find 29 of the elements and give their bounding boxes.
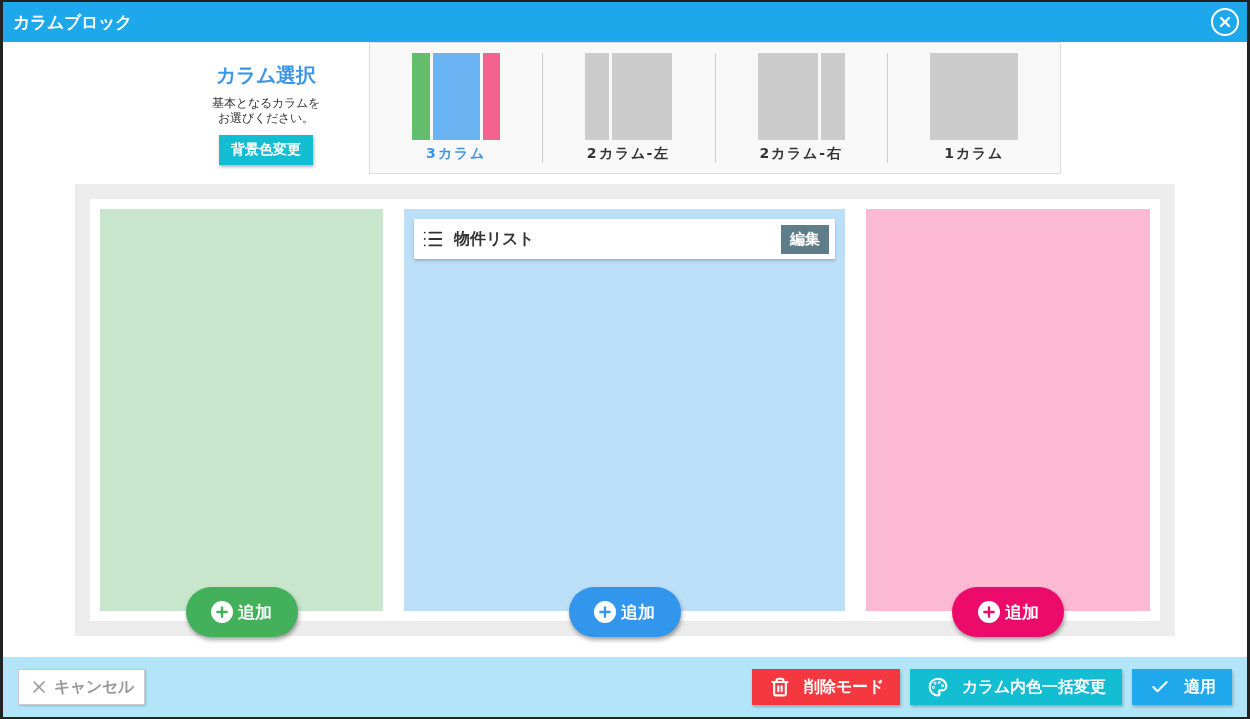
- description-text: 基本となるカラムを: [212, 95, 320, 111]
- layout-option[interactable]: 3カラム: [370, 53, 542, 163]
- palette-button[interactable]: カラム内色一括変更: [910, 669, 1122, 705]
- apply-button[interactable]: 適用: [1132, 669, 1232, 705]
- edit-button[interactable]: 編集: [781, 224, 829, 254]
- description-text: お選びください。: [218, 110, 314, 126]
- layout-option[interactable]: 2カラム-左: [541, 53, 715, 163]
- trash-icon: [770, 677, 790, 697]
- close-button[interactable]: [1211, 8, 1239, 36]
- plus-icon: [211, 601, 233, 623]
- plus-icon: [594, 601, 616, 623]
- palette-icon: [928, 677, 948, 697]
- add-button[interactable]: 追加: [185, 587, 298, 637]
- layout-option[interactable]: 2カラム-右: [714, 53, 888, 163]
- close-icon: [1217, 14, 1233, 30]
- plus-icon: [977, 601, 1000, 623]
- section-title: カラム選択: [216, 61, 316, 89]
- background-color-button[interactable]: 背景色変更: [219, 134, 313, 165]
- add-button[interactable]: 追加: [952, 587, 1064, 637]
- window-title: カラムブロック: [13, 10, 132, 34]
- layout-preview-icon: [930, 53, 1019, 140]
- delete-button[interactable]: 削除モード: [752, 669, 900, 705]
- cancel-button[interactable]: キャンセル: [18, 669, 145, 705]
- add-button[interactable]: 追加: [568, 587, 681, 637]
- layout-preview-icon: [757, 53, 845, 140]
- layout-preview-icon: [585, 53, 673, 140]
- layout-option[interactable]: 1カラム: [887, 53, 1060, 163]
- layout-preview-icon: [411, 53, 500, 140]
- widget-title: 物件リスト: [454, 228, 535, 250]
